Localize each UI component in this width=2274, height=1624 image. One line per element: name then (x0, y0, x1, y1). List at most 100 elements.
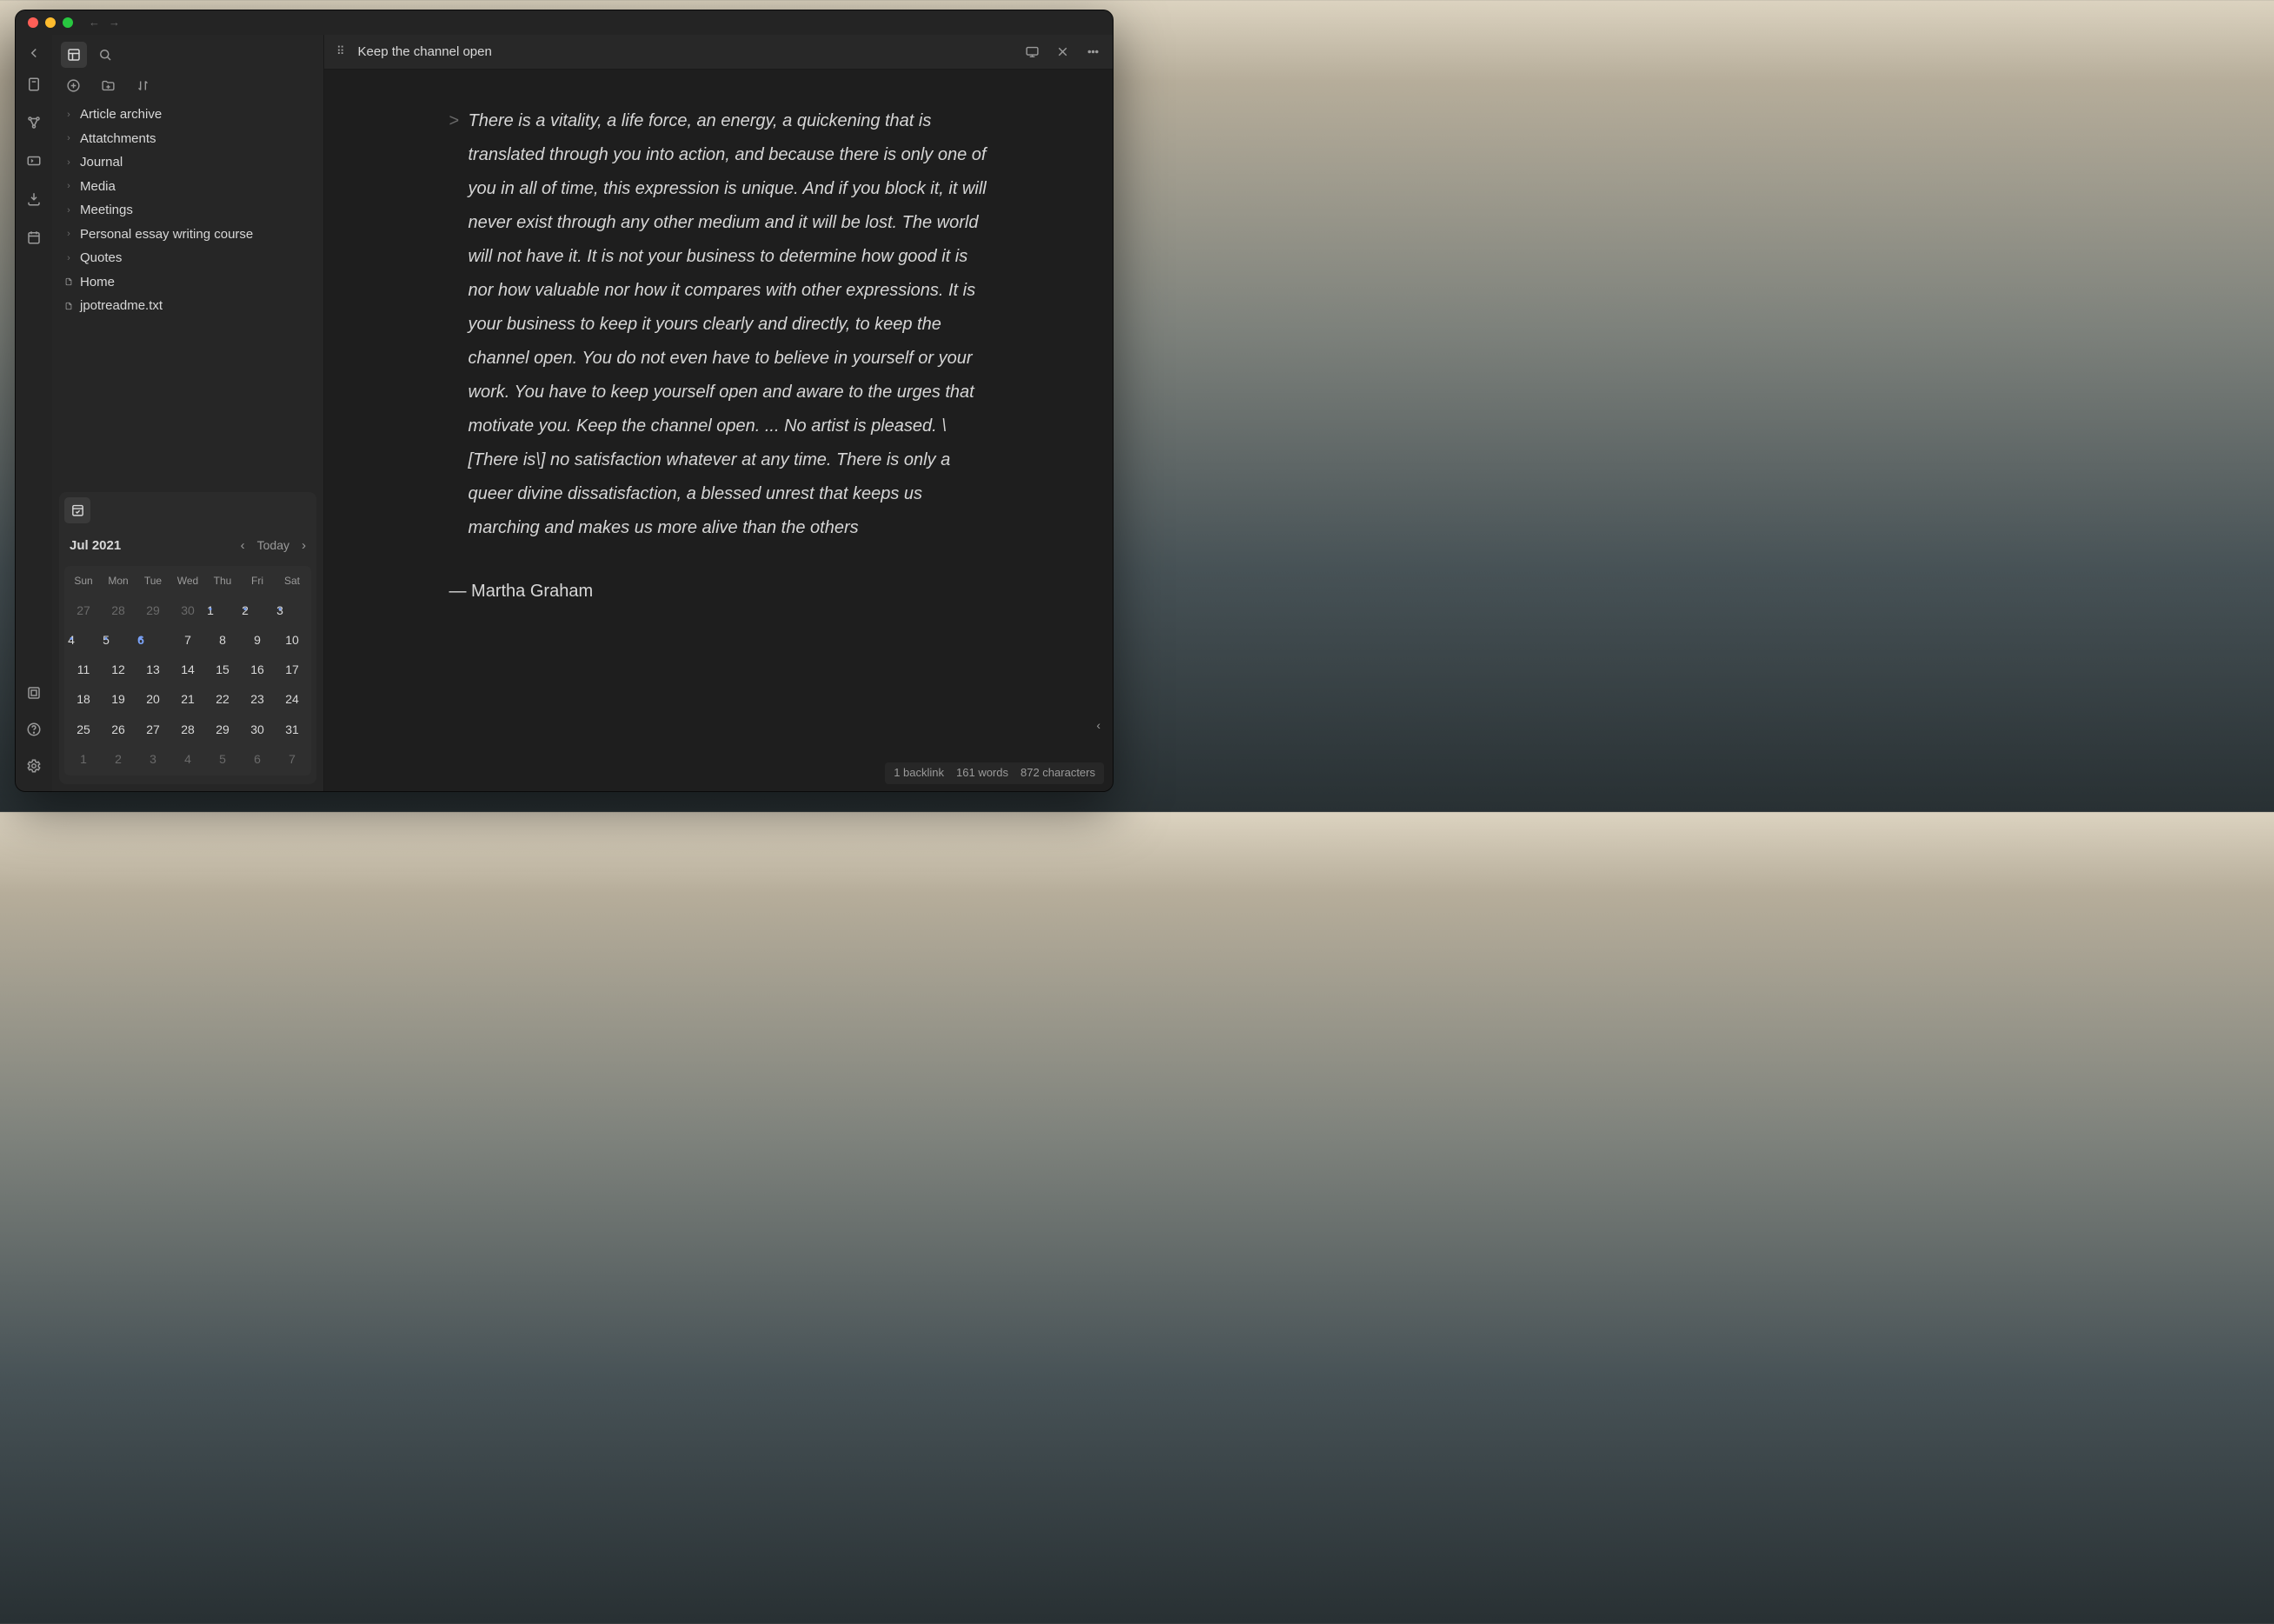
drag-handle-icon[interactable]: ⠿ (336, 44, 346, 59)
calendar-day-cell[interactable]: 12 (101, 658, 136, 681)
calendar-day-header: Fri (240, 571, 275, 592)
quick-switcher-icon[interactable] (23, 73, 45, 96)
sort-button[interactable] (134, 77, 151, 94)
left-rail (16, 35, 52, 791)
calendar-day-cell[interactable]: 27 (66, 599, 101, 622)
calendar-day-cell[interactable]: 4 (66, 629, 76, 639)
calendar-prev-button[interactable]: ‹ (241, 537, 245, 555)
help-icon[interactable] (23, 718, 45, 741)
folder-node[interactable]: ›Meetings (59, 198, 316, 223)
calendar-day-cell[interactable]: 14 (170, 658, 205, 681)
file-node[interactable]: jpotreadme.txt (59, 294, 316, 318)
calendar-nav: ‹ Today › (241, 537, 306, 555)
calendar-day-cell[interactable]: 1 (205, 599, 216, 609)
status-words: 161 words (956, 766, 1008, 781)
calendar-day-cell[interactable]: 26 (101, 718, 136, 741)
daily-note-icon[interactable] (23, 226, 45, 249)
expand-right-sidebar-button[interactable]: ‹ (1096, 717, 1100, 733)
calendar-panel: Jul 2021 ‹ Today › SunMonTueWedThuFriSat… (59, 492, 316, 784)
calendar-day-cell[interactable]: 6 (240, 748, 275, 770)
history-back-button[interactable]: ← (89, 16, 100, 30)
calendar-day-cell[interactable]: 17 (275, 658, 309, 681)
calendar-day-cell[interactable]: 4 (170, 748, 205, 770)
new-note-button[interactable] (64, 77, 82, 94)
calendar-day-cell[interactable]: 24 (275, 688, 309, 710)
status-backlinks[interactable]: 1 backlink (894, 766, 944, 781)
folder-node[interactable]: › Media (59, 175, 316, 199)
import-icon[interactable] (23, 188, 45, 210)
calendar-day-cell[interactable]: 13 (136, 658, 170, 681)
tree-node-label: jpotreadme.txt (80, 297, 163, 315)
calendar-day-cell[interactable]: 15 (205, 658, 240, 681)
history-forward-button[interactable]: → (109, 16, 120, 30)
new-folder-button[interactable] (99, 77, 116, 94)
calendar-day-cell[interactable]: 9 (240, 629, 275, 651)
calendar-day-cell[interactable]: 25 (66, 718, 101, 741)
calendar-day-cell[interactable]: 7 (275, 748, 309, 770)
minimize-window-button[interactable] (45, 17, 56, 28)
collapse-sidebar-button[interactable] (23, 42, 45, 64)
calendar-day-cell[interactable]: 29 (136, 599, 170, 622)
chevron-right-icon: › (64, 156, 73, 169)
tree-node-label: Meetings (80, 202, 133, 219)
calendar-day-cell[interactable]: 21 (170, 688, 205, 710)
folder-node[interactable]: ›Journal (59, 150, 316, 175)
file-icon (64, 301, 73, 311)
note-title: Keep the channel open (358, 43, 1013, 61)
calendar-day-cell[interactable]: 1 (66, 748, 101, 770)
app-body: ›Article archive›Attatchments›Journal›Me… (16, 35, 1113, 791)
calendar-day-cell[interactable]: 7 (170, 629, 205, 651)
settings-icon[interactable] (23, 755, 45, 777)
calendar-day-cell[interactable]: 2 (240, 599, 250, 609)
calendar-day-cell[interactable]: 20 (136, 688, 170, 710)
folder-node[interactable]: ›Quotes (59, 246, 316, 270)
calendar-day-cell[interactable]: 28 (170, 718, 205, 741)
calendar-day-cell[interactable]: 30 (240, 718, 275, 741)
calendar-day-cell[interactable]: 6 (136, 629, 146, 639)
folder-node[interactable]: ›Attatchments (59, 127, 316, 151)
chevron-right-icon: › (64, 132, 73, 144)
vault-icon[interactable] (23, 682, 45, 704)
editor-pane: ⠿ Keep the channel open There is a vital… (324, 35, 1113, 791)
calendar-day-cell[interactable]: 5 (101, 629, 111, 639)
chevron-right-icon: › (64, 180, 73, 192)
calendar-day-cell[interactable]: 16 (240, 658, 275, 681)
calendar-today-button[interactable]: Today (257, 537, 289, 553)
file-node[interactable]: Home (59, 270, 316, 295)
calendar-day-cell[interactable]: 3 (136, 748, 170, 770)
sidebar-tool-tabs (52, 35, 323, 73)
search-tab[interactable] (92, 42, 118, 68)
calendar-day-cell[interactable]: 18 (66, 688, 101, 710)
calendar-day-cell[interactable]: 8 (205, 629, 240, 651)
close-pane-button[interactable] (1055, 44, 1070, 59)
calendar-day-cell[interactable]: 2 (101, 748, 136, 770)
zoom-window-button[interactable] (63, 17, 73, 28)
titlebar: ← → (16, 10, 1113, 35)
calendar-next-button[interactable]: › (302, 537, 306, 555)
file-explorer-tab[interactable] (61, 42, 87, 68)
tree-node-label: Home (80, 274, 115, 291)
calendar-day-cell[interactable]: 30 (170, 599, 205, 622)
calendar-day-cell[interactable]: 5 (205, 748, 240, 770)
calendar-tab[interactable] (64, 497, 90, 523)
calendar-day-cell[interactable]: 31 (275, 718, 309, 741)
calendar-day-cell[interactable]: 29 (205, 718, 240, 741)
editor-body[interactable]: There is a vitality, a life force, an en… (324, 70, 1113, 791)
calendar-day-cell[interactable]: 23 (240, 688, 275, 710)
calendar-day-cell[interactable]: 27 (136, 718, 170, 741)
close-window-button[interactable] (28, 17, 38, 28)
more-options-icon[interactable] (1086, 44, 1100, 59)
folder-node[interactable]: ›Article archive (59, 103, 316, 127)
folder-node[interactable]: ›Personal essay writing course (59, 223, 316, 247)
calendar-day-cell[interactable]: 28 (101, 599, 136, 622)
calendar-day-cell[interactable]: 3 (275, 599, 285, 609)
calendar-day-cell[interactable]: 19 (101, 688, 136, 710)
chevron-right-icon: › (64, 228, 73, 240)
tree-node-label: Media (80, 178, 116, 196)
command-palette-icon[interactable] (23, 150, 45, 172)
calendar-day-cell[interactable]: 10 (275, 629, 309, 651)
graph-view-icon[interactable] (23, 111, 45, 134)
calendar-day-cell[interactable]: 22 (205, 688, 240, 710)
calendar-day-cell[interactable]: 11 (66, 658, 101, 681)
preview-mode-icon[interactable] (1025, 44, 1040, 59)
